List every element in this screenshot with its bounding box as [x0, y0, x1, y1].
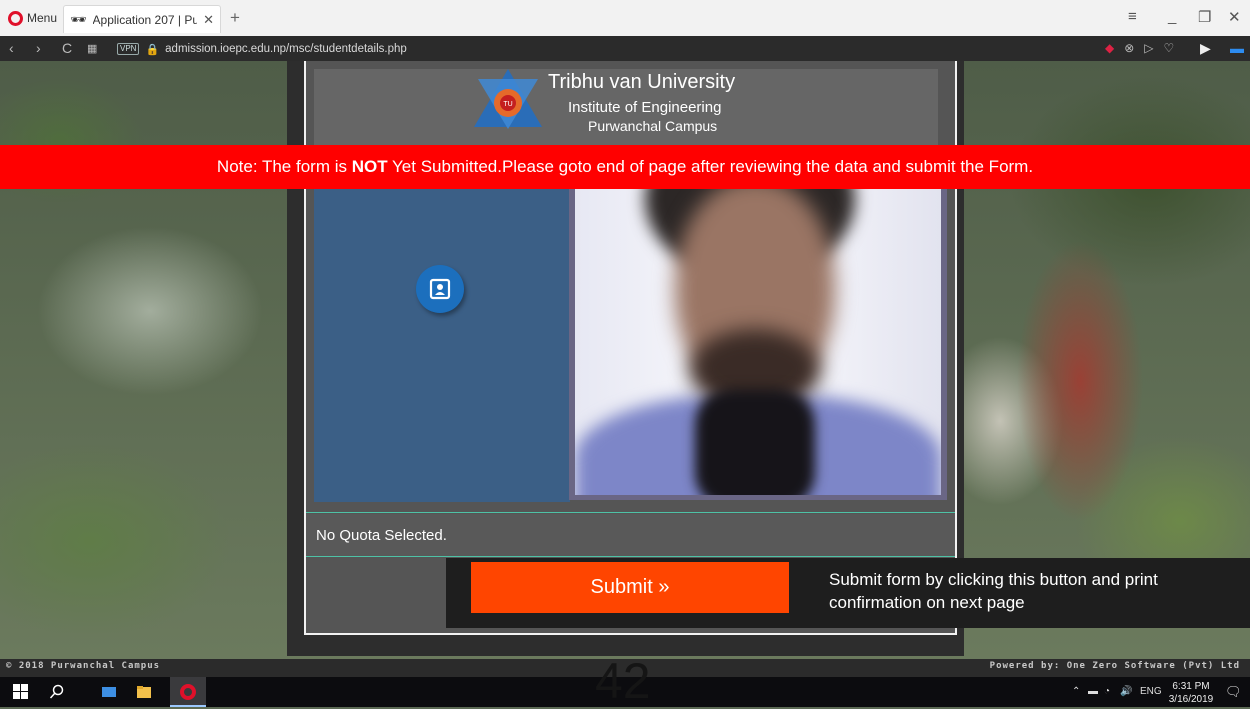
wifi-icon[interactable]: ◔	[1104, 686, 1110, 697]
task-view-icon[interactable]	[101, 684, 117, 700]
flow-icon[interactable]: ▶	[1200, 40, 1211, 57]
tray-chevron-icon[interactable]: ⌃	[1072, 686, 1080, 697]
notice-suffix: Yet Submitted.Please goto end of page af…	[387, 157, 1034, 176]
address-bar-actions: ◆ ⊗ ▷ ♡	[1105, 41, 1174, 55]
submit-button[interactable]: Submit »	[471, 562, 789, 613]
language-indicator[interactable]: ENG	[1140, 686, 1162, 697]
notifications-icon[interactable]: 🗨	[1225, 684, 1242, 700]
clock-time: 6:31 PM	[1172, 681, 1210, 692]
address-bar: ‹ › C ▦ VPN 🔒 admission.ioepc.edu.np/msc…	[0, 36, 1250, 61]
new-tab-button[interactable]: +	[230, 8, 240, 28]
vpn-badge[interactable]: VPN	[117, 43, 140, 55]
volume-icon[interactable]: 🔊	[1120, 686, 1132, 697]
snapshot-icon[interactable]: ⊗	[1124, 41, 1134, 55]
image-placeholder-icon	[416, 265, 464, 313]
tab-title: Application 207 | Pu	[92, 12, 198, 27]
browser-tab-bar: Menu 🕶 Application 207 | Pu ✕ + ≡ _ ❐ ✕	[0, 0, 1250, 37]
opera-logo-icon	[8, 10, 23, 26]
institute-name: Institute of Engineering	[568, 99, 722, 116]
battery-tray-icon[interactable]: ▬	[1088, 686, 1098, 697]
notice-emphasis: NOT	[351, 157, 388, 176]
url-text[interactable]: admission.ioepc.edu.np/msc/studentdetail…	[165, 43, 407, 55]
signature-placeholder-panel	[314, 189, 570, 502]
portrait-icon	[429, 278, 451, 300]
taskbar-clock[interactable]: 6:31 PM 3/16/2019	[1166, 680, 1216, 706]
search-icon[interactable]	[49, 684, 65, 700]
tab-close-icon[interactable]: ✕	[203, 12, 214, 28]
close-window-button[interactable]: ✕	[1228, 8, 1241, 26]
divider-top	[306, 512, 955, 513]
opera-icon	[180, 684, 196, 700]
page-content: TU Tribhu van University Institute of En…	[0, 61, 1250, 677]
svg-text:TU: TU	[503, 101, 512, 108]
file-explorer-icon[interactable]	[136, 684, 152, 700]
powered-by-text: Powered by: One Zero Software (Pvt) Ltd	[989, 661, 1240, 671]
browser-tab[interactable]: 🕶 Application 207 | Pu ✕	[63, 5, 221, 33]
overlay-number: 42	[595, 653, 651, 709]
notice-prefix: Note: The form is	[216, 157, 352, 176]
clock-date: 3/16/2019	[1168, 694, 1214, 705]
easy-setup-icon[interactable]: ≡	[1128, 8, 1137, 25]
quota-status: No Quota Selected.	[306, 514, 955, 556]
windows-start-icon[interactable]	[13, 684, 29, 700]
applicant-photo	[575, 189, 941, 495]
opera-menu-button[interactable]: Menu	[8, 8, 57, 28]
tribhuvan-university-logo: TU	[474, 69, 542, 129]
divider-bottom	[306, 556, 955, 557]
reload-button[interactable]: C	[62, 40, 72, 56]
incognito-icon: 🕶	[70, 11, 87, 27]
copyright-text: © 2018 Purwanchal Campus	[6, 661, 161, 671]
campus-name: Purwanchal Campus	[588, 118, 718, 134]
menu-label: Menu	[27, 11, 58, 25]
speed-dial-icon[interactable]: ▦	[87, 42, 97, 55]
send-icon[interactable]: ▷	[1144, 41, 1153, 55]
back-button[interactable]: ‹	[9, 40, 14, 56]
restore-button[interactable]: ❐	[1198, 8, 1211, 26]
minimize-button[interactable]: _	[1168, 8, 1176, 25]
battery-icon[interactable]: ▬	[1230, 40, 1244, 56]
lock-icon[interactable]: 🔒	[145, 43, 159, 56]
university-name: Tribhu van University	[548, 71, 736, 93]
extension-icon[interactable]: ◆	[1105, 41, 1114, 55]
url-field[interactable]: VPN 🔒 admission.ioepc.edu.np/msc/student…	[117, 40, 1237, 58]
not-submitted-notice: Note: The form is NOT Yet Submitted.Plea…	[0, 145, 1250, 189]
opera-taskbar-button[interactable]	[170, 677, 206, 707]
submit-hint-text: Submit form by clicking this button and …	[829, 570, 1158, 612]
heart-icon[interactable]: ♡	[1164, 41, 1175, 55]
forward-button[interactable]: ›	[36, 40, 41, 56]
